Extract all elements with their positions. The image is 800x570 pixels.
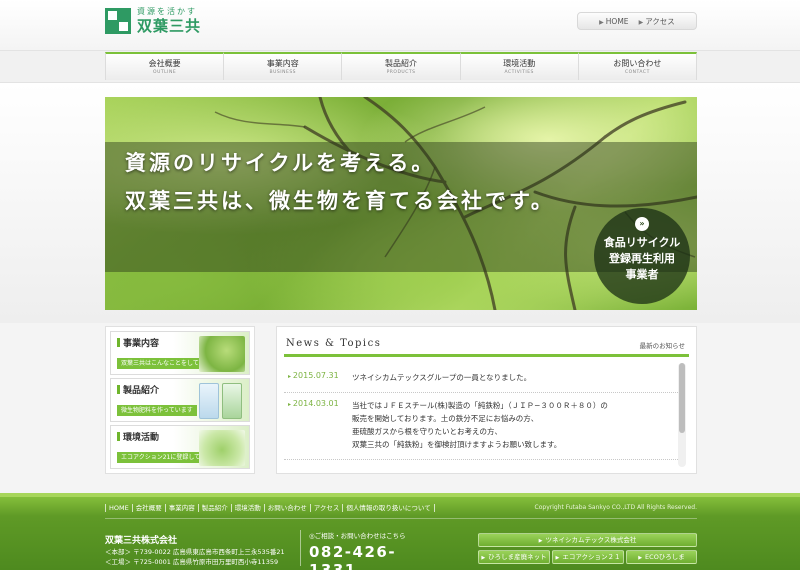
gnav-item-business[interactable]: 事業内容 BUSINESS bbox=[224, 52, 343, 80]
contact-box: ◎ご相談・お問い合わせはこちら 082-426-1331 bbox=[300, 530, 418, 570]
eco-action-image bbox=[199, 430, 245, 466]
site-logo[interactable]: 資源を活かす 双葉三共 bbox=[105, 7, 201, 35]
hero-banner: 資源のリサイクルを考える。 双葉三共は、微生物を育てる会社です。 » 食品リサイ… bbox=[105, 97, 697, 310]
news-title: News & Topics bbox=[286, 338, 382, 349]
contact-phone[interactable]: 082-426-1331 bbox=[309, 543, 418, 570]
tsuneishi-camtecs-button[interactable]: ▶ ツネイシカムテックス株式会社 bbox=[478, 533, 697, 547]
eco-action-21-button[interactable]: ▶ エコアクション２１ bbox=[552, 550, 624, 564]
address-headquarters: ＜本部＞ 〒739-0022 広島県東広島市西条町上三永535番21 bbox=[105, 548, 285, 556]
news-item: 2014.03.01 当社ではＪＦＥスチール(株)製造の「純鉄粉」（ＪＩＰ−３０… bbox=[284, 393, 678, 460]
news-date: 2014.03.01 bbox=[288, 399, 339, 408]
logo-mark-icon bbox=[105, 8, 131, 34]
util-link-access[interactable]: ▶ アクセス bbox=[639, 16, 675, 27]
news-scrollbar[interactable] bbox=[678, 363, 686, 467]
footer-link-contact[interactable]: お問い合わせ bbox=[263, 504, 310, 512]
arrow-right-icon: ▶ bbox=[638, 555, 643, 561]
address-factory: ＜工場＞ 〒725-0001 広島県竹原市田万里町西小寺11359 bbox=[105, 558, 279, 566]
news-item: 2015.07.31 ツネイシカムテックスグループの一員となりました。 bbox=[284, 365, 678, 393]
eco-hiroshima-button[interactable]: ▶ ECOひろしま bbox=[626, 550, 697, 564]
util-link-home[interactable]: ▶ HOME bbox=[599, 17, 628, 26]
hero-headline-1: 資源のリサイクルを考える。 bbox=[125, 151, 436, 175]
gnav-item-outline[interactable]: 会社概要 OUTLINE bbox=[105, 52, 225, 80]
hiroshima-sanpai-net-button[interactable]: ▶ ひろしま産廃ネット bbox=[478, 550, 550, 564]
footer-link-access[interactable]: アクセス bbox=[309, 504, 343, 512]
utility-nav: ▶ HOME ▶ アクセス bbox=[577, 12, 697, 30]
tree-photo-image bbox=[199, 336, 245, 372]
footer-link-outline[interactable]: 会社概要 bbox=[131, 504, 165, 512]
copyright: Copyright Futaba Sankyo CO.,LTD All Righ… bbox=[534, 504, 697, 511]
gnav-item-contact[interactable]: お問い合わせ CONTACT bbox=[578, 52, 698, 80]
arrow-right-icon: ▶ bbox=[555, 555, 560, 561]
arrow-right-icon: ▶ bbox=[638, 18, 644, 26]
footer-link-business[interactable]: 事業内容 bbox=[164, 504, 198, 512]
global-nav: 会社概要 OUTLINE 事業内容 BUSINESS 製品紹介 PRODUCTS… bbox=[105, 52, 698, 80]
banner-products[interactable]: 製品紹介 微生物肥料を作っています bbox=[110, 378, 250, 422]
footer-links: HOME 会社概要 事業内容 製品紹介 環境活動 お問い合わせ アクセス 個人情… bbox=[105, 504, 435, 512]
side-banners: 事業内容 双葉三共はこんなことをしています 製品紹介 微生物肥料を作っています … bbox=[105, 326, 255, 474]
footer-link-activities[interactable]: 環境活動 bbox=[230, 504, 264, 512]
gnav-item-activities[interactable]: 環境活動 ACTIVITIES bbox=[460, 52, 579, 80]
food-recycling-badge[interactable]: » 食品リサイクル 登録再生利用 事業者 bbox=[594, 208, 690, 304]
hero-headline-2: 双葉三共は、微生物を育てる会社です。 bbox=[125, 189, 555, 213]
footer-link-products[interactable]: 製品紹介 bbox=[197, 504, 231, 512]
footer-link-home[interactable]: HOME bbox=[105, 504, 132, 512]
news-topics-box: News & Topics 最新のお知らせ 2015.07.31 ツネイシカムテ… bbox=[276, 326, 697, 474]
fertilizer-bags-image bbox=[199, 383, 245, 419]
double-chevron-right-icon: » bbox=[635, 217, 649, 231]
company-name: 双葉三共株式会社 bbox=[105, 536, 178, 546]
news-scroll-thumb[interactable] bbox=[679, 363, 685, 433]
arrow-right-icon: ▶ bbox=[599, 18, 604, 26]
footer-link-privacy[interactable]: 個人情報の取り扱いについて bbox=[342, 504, 435, 512]
arrow-right-icon: ▶ bbox=[481, 555, 486, 561]
banner-activities[interactable]: 環境活動 エコアクション21に登録しています bbox=[110, 425, 250, 469]
news-more-link[interactable]: 最新のお知らせ bbox=[640, 340, 685, 350]
arrow-right-icon: ▶ bbox=[538, 538, 543, 544]
site-header: 資源を活かす 双葉三共 ▶ HOME ▶ アクセス bbox=[0, 0, 800, 50]
contact-label: ◎ご相談・お問い合わせはこちら bbox=[309, 532, 406, 540]
banner-business[interactable]: 事業内容 双葉三共はこんなことをしています bbox=[110, 331, 250, 375]
news-date: 2015.07.31 bbox=[288, 371, 339, 380]
news-list: 2015.07.31 ツネイシカムテックスグループの一員となりました。 2014… bbox=[284, 365, 678, 465]
gnav-item-products[interactable]: 製品紹介 PRODUCTS bbox=[342, 52, 461, 80]
logo-tagline: 資源を活かす bbox=[137, 7, 197, 16]
news-header: News & Topics 最新のお知らせ bbox=[284, 335, 689, 357]
logo-name: 双葉三共 bbox=[137, 17, 202, 35]
